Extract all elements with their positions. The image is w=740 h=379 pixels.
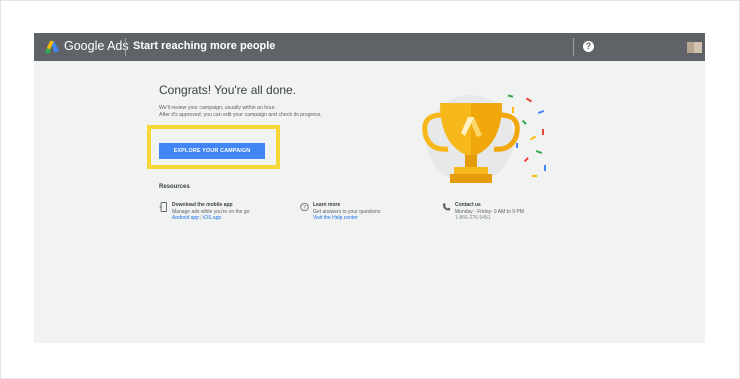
- google-ads-logo-icon: [45, 41, 59, 54]
- mobile-app-title: Download the mobile app: [172, 202, 233, 208]
- header-divider-right: [573, 38, 574, 56]
- google-ads-window: Google Ads Start reaching more people ? …: [34, 33, 705, 343]
- header-divider: [125, 38, 126, 56]
- contact-text: Contact us Monday - Friday: 9 AM to 9 PM…: [455, 202, 580, 221]
- description-line-2: After it's approved, you can edit your c…: [159, 112, 322, 118]
- phone-device-icon: [159, 202, 167, 212]
- android-app-link[interactable]: Android app: [172, 215, 199, 221]
- question-circle-icon: ?: [300, 202, 309, 212]
- svg-text:?: ?: [303, 205, 306, 211]
- contact-phone: 1-866-2?6-5451: [455, 215, 491, 221]
- review-description: We'll review your campaign, usually with…: [159, 105, 359, 119]
- contact-title: Contact us: [455, 202, 481, 208]
- trophy-illustration-icon: [422, 94, 546, 183]
- congrats-heading: Congrats! You're all done.: [159, 83, 297, 97]
- account-avatar[interactable]: [687, 42, 702, 53]
- learn-more-title: Learn more: [313, 202, 341, 208]
- help-icon[interactable]: ?: [583, 41, 594, 52]
- explore-campaign-button[interactable]: EXPLORE YOUR CAMPAIGN: [159, 143, 265, 159]
- description-line-1: We'll review your campaign, usually with…: [159, 105, 276, 111]
- resources-heading: Resources: [159, 184, 190, 190]
- top-bar: Google Ads Start reaching more people ?: [34, 33, 705, 61]
- screenshot-frame: Google Ads Start reaching more people ? …: [0, 0, 740, 379]
- learn-more-text: Learn more Get answers to your questions…: [313, 202, 438, 221]
- help-center-link[interactable]: Visit the Help center: [313, 215, 438, 221]
- brand-name: Google Ads: [64, 39, 129, 53]
- mobile-app-links: Android app | iOS app: [172, 215, 297, 221]
- mobile-app-text: Download the mobile app Manage ads while…: [172, 202, 297, 221]
- telephone-icon: [442, 203, 451, 211]
- page-title: Start reaching more people: [133, 40, 276, 52]
- ios-app-link[interactable]: iOS app: [203, 215, 221, 221]
- link-separator: |: [200, 215, 202, 221]
